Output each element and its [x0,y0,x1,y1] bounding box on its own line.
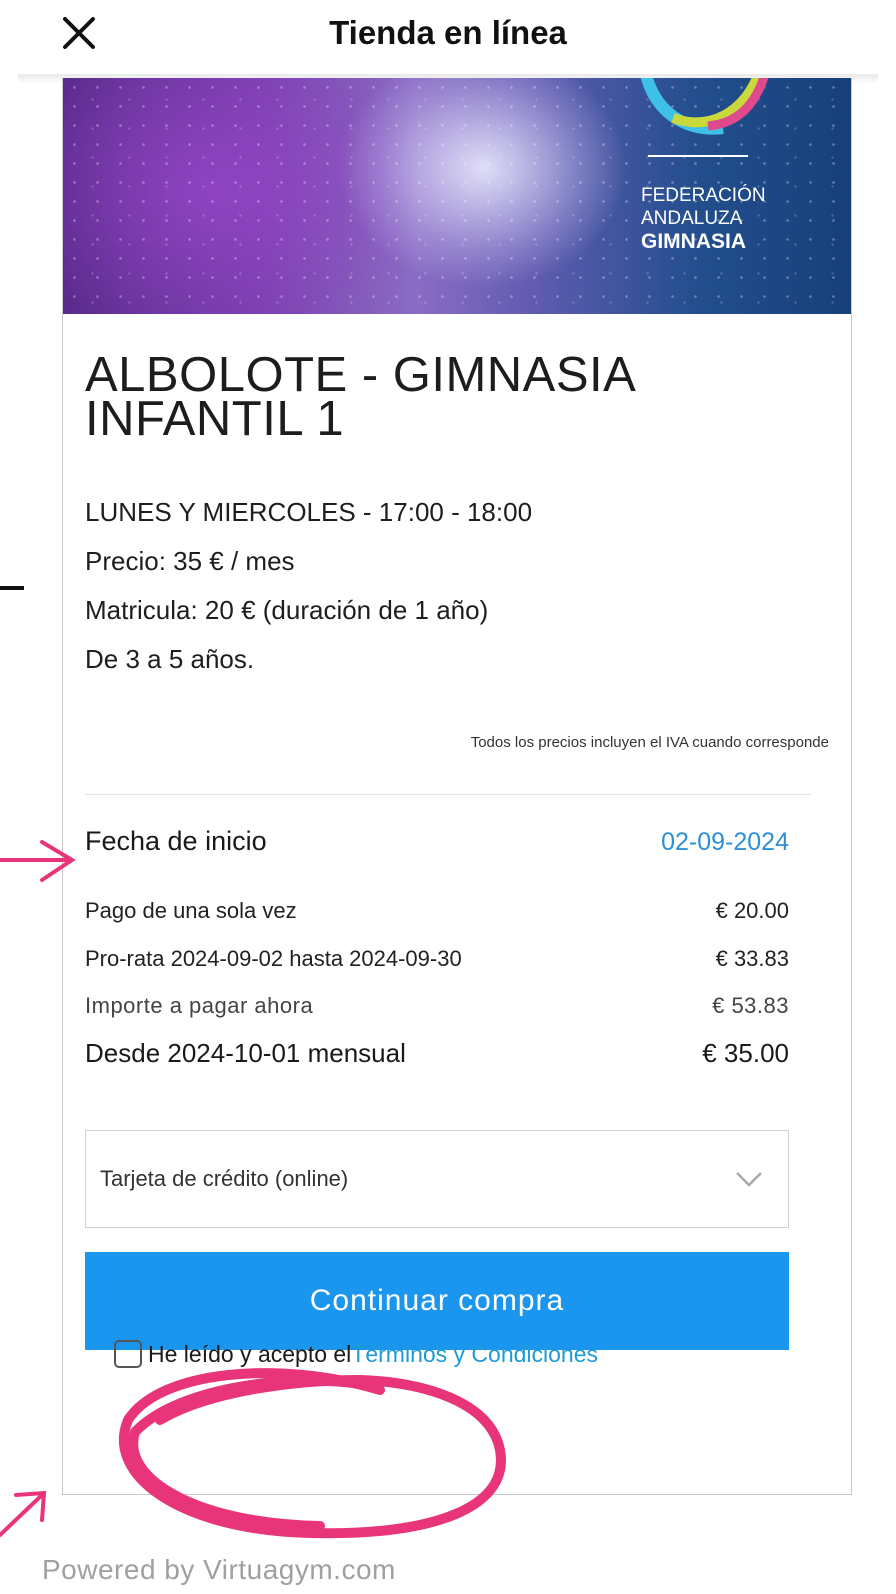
product-enrollment: Matricula: 20 € (duración de 1 año) [85,595,489,625]
annotation-arrow-terms [0,1490,47,1537]
tax-note: Todos los precios incluyen el IVA cuando… [470,734,829,751]
terms-row: He leído y acepto el Términos y Condicio… [114,1340,598,1368]
page-title: Tienda en línea [329,14,567,51]
header: Tienda en línea [0,0,896,78]
prorata-value: € 33.83 [715,946,789,971]
payment-method-select[interactable]: Tarjeta de crédito (online) [85,1130,789,1228]
start-date-label: Fecha de inicio [85,826,267,856]
terms-text: He leído y acepto el [148,1340,352,1367]
monthly-row: Desde 2024-10-01 mensual € 35.00 [85,1038,789,1069]
monthly-label: Desde 2024-10-01 mensual [85,1038,406,1068]
product-schedule: LUNES Y MIERCOLES - 17:00 - 18:00 [85,497,533,527]
one-time-value: € 20.00 [715,898,789,923]
start-date-value[interactable]: 02-09-2024 [661,828,789,857]
payment-method-value: Tarjeta de crédito (online) [100,1166,349,1191]
pay-now-row: Importe a pagar ahora € 53.83 [85,993,789,1019]
logo-line-1: FEDERACIÓN [641,185,766,206]
prorata-label: Pro-rata 2024-09-02 hasta 2024-09-30 [85,946,462,971]
product-ages: De 3 a 5 años. [85,644,255,674]
logo-line-3: GIMNASIA [641,230,746,253]
chevron-down-icon [736,1172,762,1187]
one-time-label: Pago de una sola vez [85,898,297,923]
monthly-value: € 35.00 [702,1038,789,1068]
federation-logo-text: FEDERACIÓN ANDALUZA GIMNASIA [641,184,766,253]
continue-purchase-button[interactable]: Continuar compra [85,1252,789,1350]
one-time-row: Pago de una sola vez € 20.00 [85,898,789,924]
powered-by: Powered by Virtuagym.com [42,1554,396,1585]
product-description: LUNES Y MIERCOLES - 17:00 - 18:00 Precio… [85,488,532,684]
product-title: ALBOLOTE - GIMNASIA INFANTIL 1 [85,348,634,446]
product-price: Precio: 35 € / mes [85,546,295,576]
product-banner: FEDERACIÓN ANDALUZA GIMNASIA [63,78,851,314]
pay-now-label: Importe a pagar ahora [85,993,314,1018]
pay-now-value: € 53.83 [712,993,789,1018]
start-date-row: Fecha de inicio 02-09-2024 [85,826,789,857]
terms-checkbox[interactable] [114,1340,142,1368]
divider [85,794,811,795]
federation-logo-icon [640,78,769,157]
logo-line-2: ANDALUZA [641,208,743,229]
prorata-row: Pro-rata 2024-09-02 hasta 2024-09-30 € 3… [85,946,789,972]
terms-link[interactable]: Términos y Condiciones [351,1341,598,1368]
product-card: FEDERACIÓN ANDALUZA GIMNASIA ALBOLOTE - … [62,78,852,1495]
